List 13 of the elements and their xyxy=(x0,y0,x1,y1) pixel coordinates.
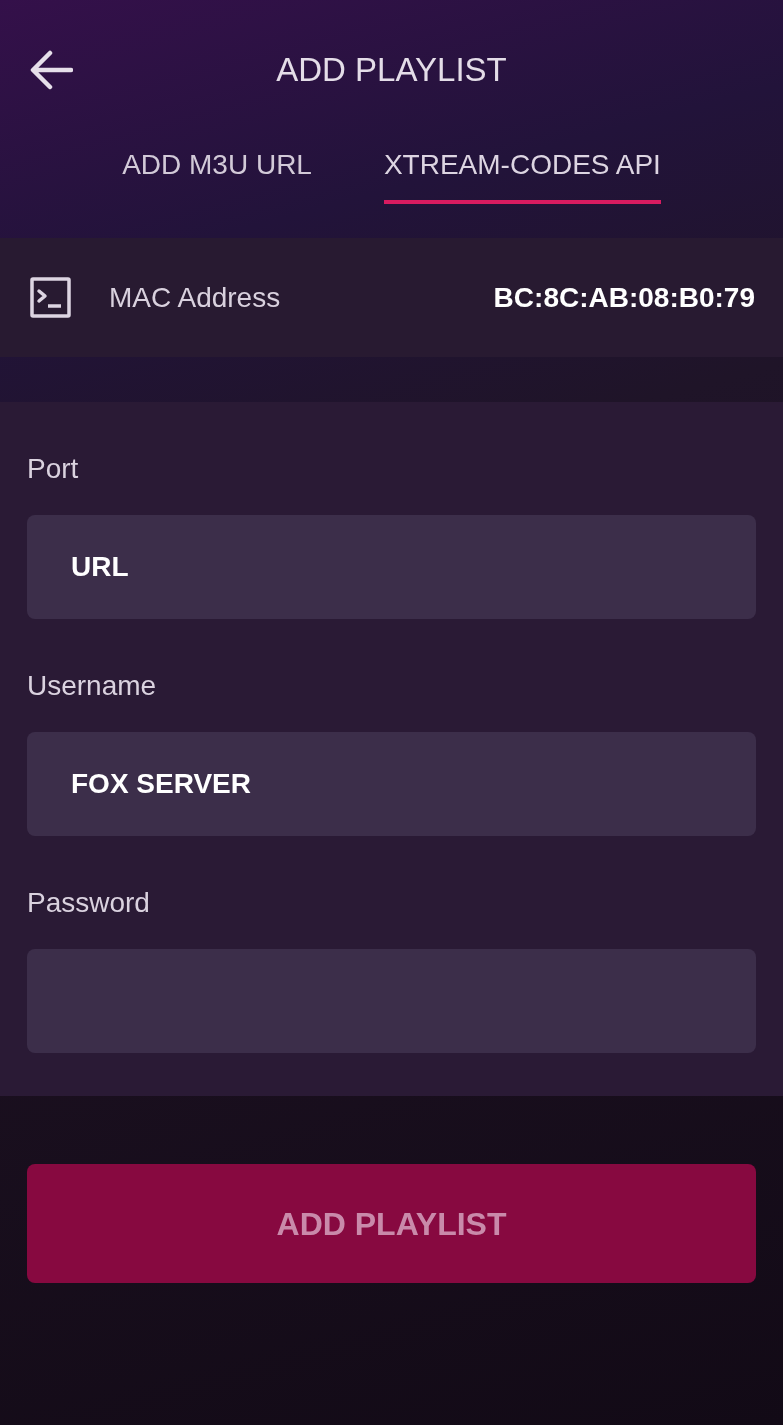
input-field[interactable]: URL xyxy=(27,515,756,619)
tab[interactable]: ADD M3U URL xyxy=(122,134,312,204)
tab[interactable]: XTREAM-CODES API xyxy=(383,134,661,204)
field-label: Port xyxy=(27,452,80,485)
arrow-left-icon xyxy=(30,50,73,90)
input-field[interactable]: FOX SERVER xyxy=(27,732,756,836)
page-title: ADD PLAYLIST xyxy=(276,50,507,90)
terminal-icon xyxy=(30,277,71,318)
mac-address-label: MAC Address xyxy=(109,281,281,314)
back-button[interactable] xyxy=(30,50,73,90)
field-label: Username xyxy=(27,669,158,702)
mac-address-value: BC:8C:AB:08:B0:79 xyxy=(493,281,755,314)
field-label: Password xyxy=(27,886,151,919)
